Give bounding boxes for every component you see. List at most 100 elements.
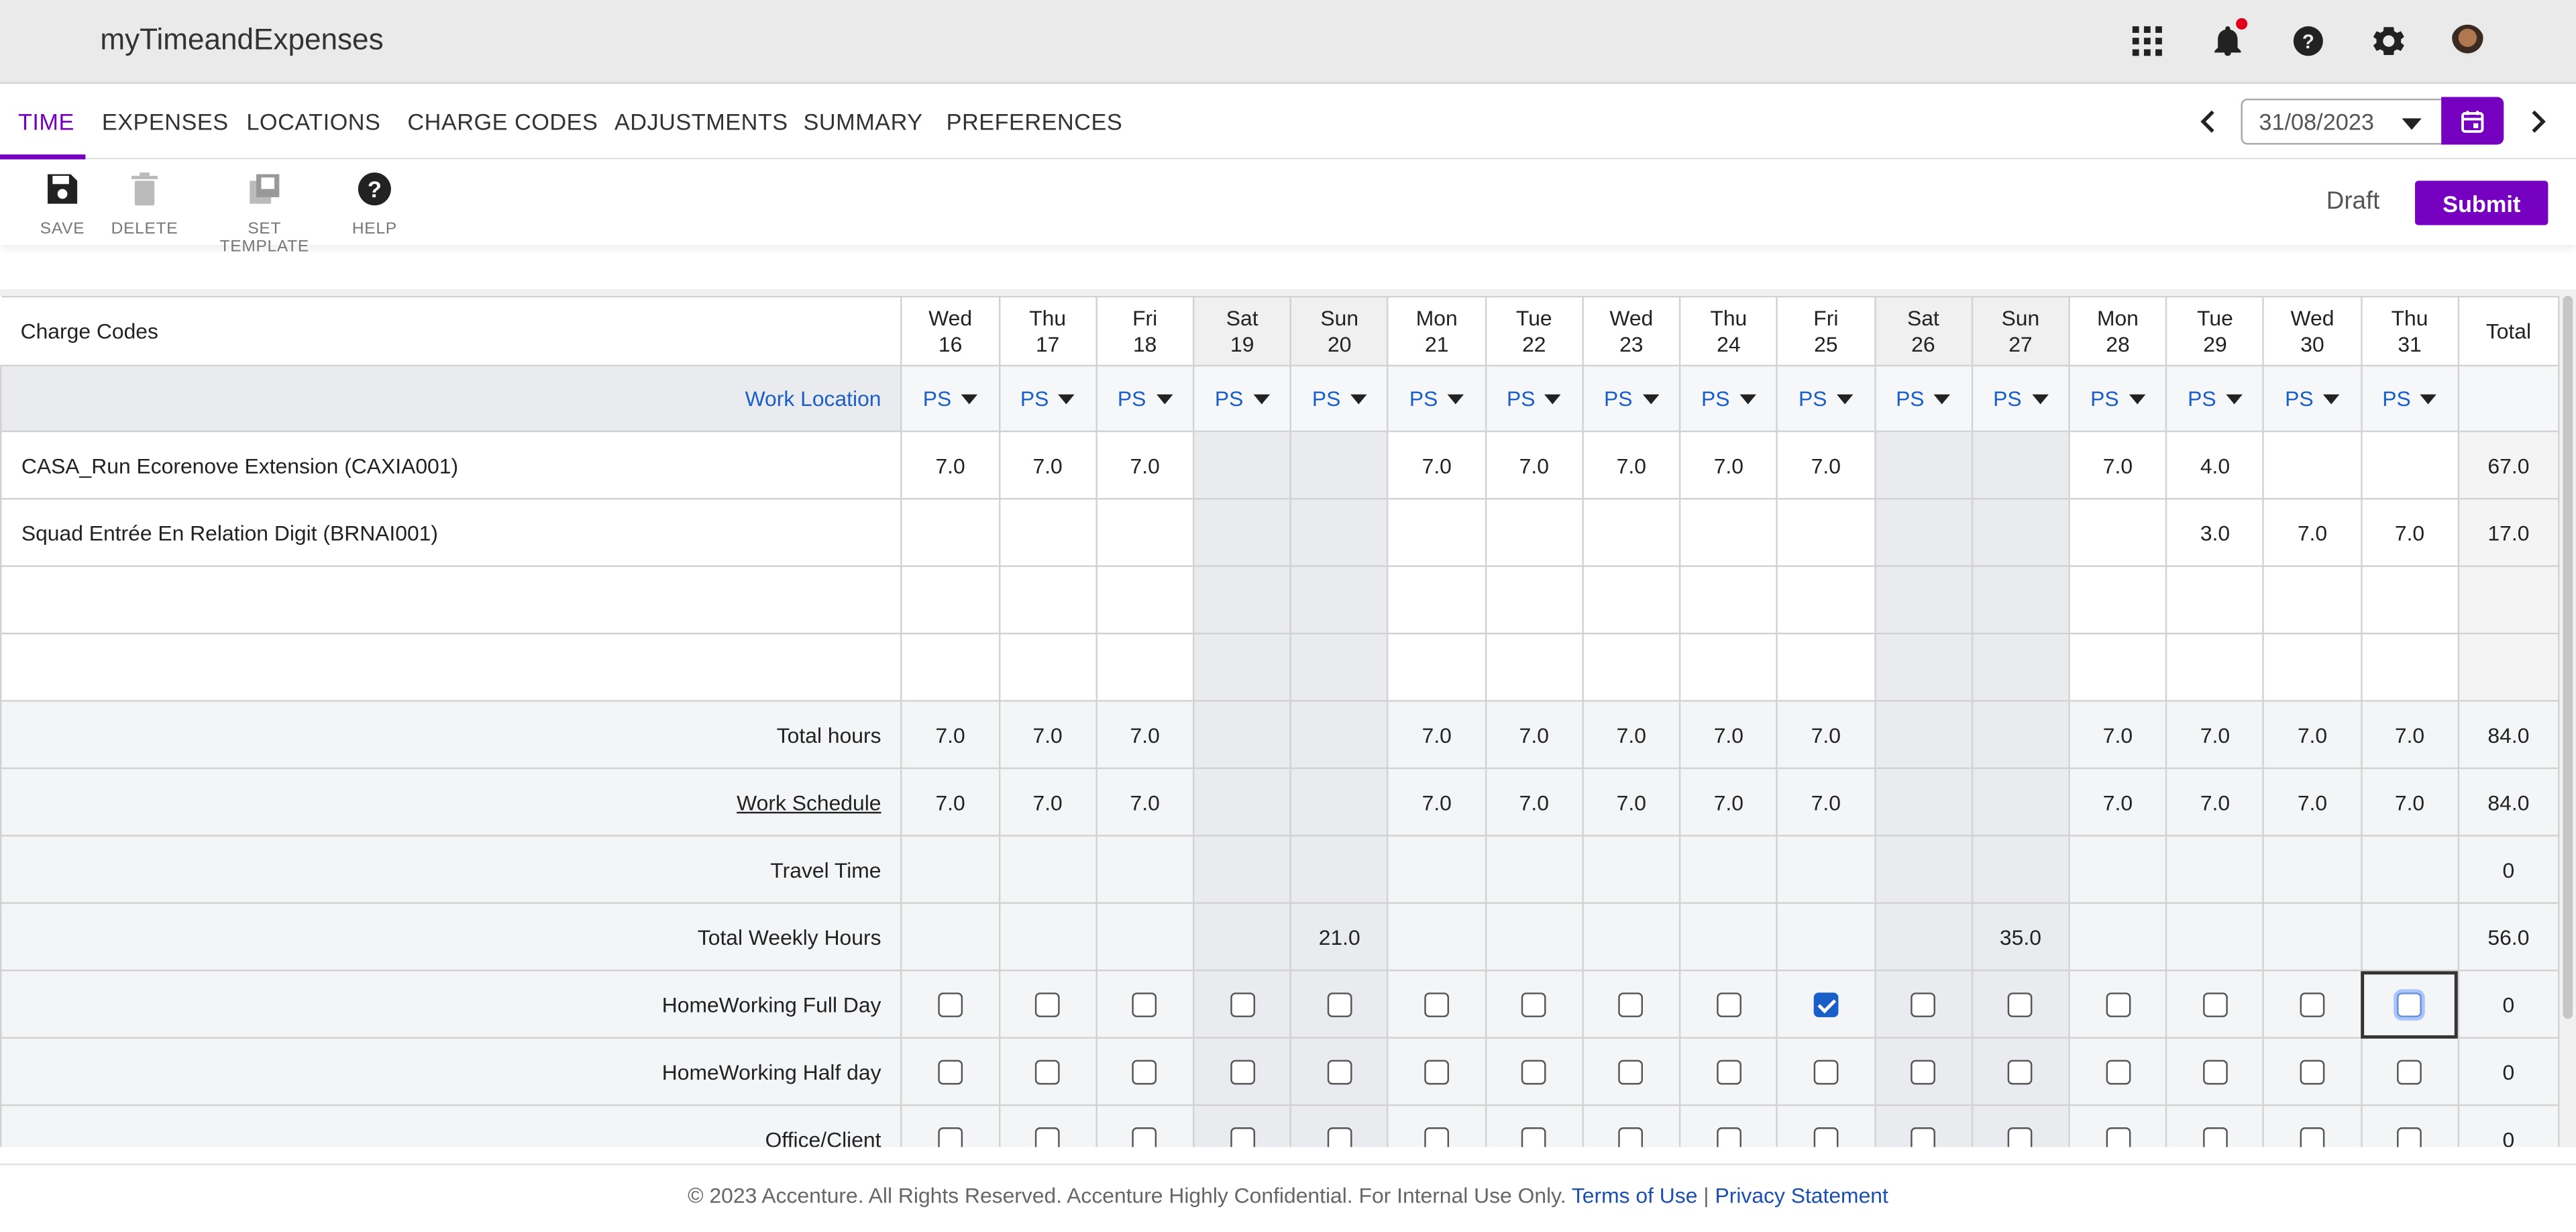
checkbox-cell[interactable] [2068,1037,2167,1107]
checkbox-cell[interactable] [2165,969,2265,1039]
work-location-select[interactable]: PS [2360,364,2459,433]
checkbox[interactable] [1619,1127,1644,1147]
hours-cell[interactable] [900,632,1000,702]
checkbox[interactable] [938,992,963,1018]
checkbox[interactable] [1424,1060,1450,1085]
tab-locations[interactable]: LOCATIONS [246,109,380,135]
checkbox-cell[interactable] [1192,1037,1292,1107]
hours-cell[interactable]: 3.0 [2165,498,2265,567]
help-button[interactable]: ? HELP [348,169,400,238]
checkbox[interactable] [1813,1127,1839,1147]
checkbox[interactable] [1716,1127,1741,1147]
work-location-select[interactable]: PS [998,364,1097,433]
checkbox-cell[interactable] [1971,1037,2070,1107]
hours-cell[interactable] [2068,565,2167,635]
checkbox[interactable] [2300,992,2325,1018]
checkbox-cell[interactable] [1679,969,1778,1039]
checkbox-cell[interactable] [1582,1104,1681,1147]
hours-cell[interactable] [1192,632,1292,702]
checkbox[interactable] [1424,1127,1450,1147]
hours-cell[interactable]: 7.0 [2263,498,2362,567]
checkbox-cell[interactable] [2360,1037,2459,1107]
checkbox[interactable] [1035,1127,1061,1147]
checkbox[interactable] [1035,1060,1061,1085]
checkbox-cell[interactable] [1874,1104,1973,1147]
travel-time-cell[interactable] [2068,835,2167,904]
checkbox[interactable] [1230,1127,1255,1147]
tab-preferences[interactable]: PREFERENCES [947,109,1123,135]
checkbox[interactable] [1132,1127,1158,1147]
checkbox-cell[interactable] [1874,969,1973,1039]
set-template-button[interactable]: SET TEMPLATE [204,169,325,256]
tab-summary[interactable]: SUMMARY [804,109,923,135]
work-location-select[interactable]: PS [1485,364,1584,433]
work-location-select[interactable]: PS [2068,364,2167,433]
checkbox-cell[interactable] [2068,1104,2167,1147]
hours-cell[interactable] [1192,498,1292,567]
checkbox-cell[interactable] [1289,969,1389,1039]
checkbox[interactable] [2397,992,2422,1018]
checkbox[interactable] [938,1060,963,1085]
travel-time-cell[interactable] [2360,835,2459,904]
calendar-button[interactable] [2441,97,2504,145]
hours-cell[interactable] [1485,498,1584,567]
hours-cell[interactable] [1095,498,1195,567]
hours-cell[interactable] [1874,498,1973,567]
checkbox[interactable] [1132,992,1158,1018]
hours-cell[interactable] [1582,565,1681,635]
hours-cell[interactable] [1679,565,1778,635]
travel-time-cell[interactable] [1485,835,1584,904]
hours-cell[interactable]: 7.0 [1387,430,1487,500]
work-location-select[interactable]: PS [1679,364,1778,433]
work-location-select[interactable]: PS [2263,364,2362,433]
hours-cell[interactable] [1971,498,2070,567]
checkbox[interactable] [1035,992,1061,1018]
hours-cell[interactable]: 7.0 [2360,498,2459,567]
grid-scrollbar[interactable] [2559,289,2576,1147]
checkbox-cell[interactable] [1289,1037,1389,1107]
hours-cell[interactable] [1971,430,2070,500]
checkbox-cell[interactable] [1485,1037,1584,1107]
hours-cell[interactable] [1485,565,1584,635]
checkbox-checked[interactable] [1813,992,1839,1018]
checkbox[interactable] [2300,1127,2325,1147]
checkbox[interactable] [1132,1060,1158,1085]
hours-cell[interactable] [900,498,1000,567]
work-schedule-label[interactable]: Work Schedule [0,767,903,837]
checkbox[interactable] [2105,1127,2131,1147]
hours-cell[interactable]: 7.0 [1582,430,1681,500]
hours-cell[interactable]: 7.0 [1679,430,1778,500]
hours-cell[interactable] [2165,632,2265,702]
checkbox[interactable] [1230,1060,1255,1085]
user-avatar[interactable] [2451,24,2484,58]
checkbox-cell[interactable] [1776,1037,1876,1107]
hours-cell[interactable]: 7.0 [1485,430,1584,500]
checkbox-cell[interactable] [2263,969,2362,1039]
travel-time-cell[interactable] [1776,835,1876,904]
checkbox-cell[interactable] [1582,969,1681,1039]
hours-cell[interactable] [2165,565,2265,635]
checkbox-cell[interactable] [998,1037,1097,1107]
checkbox-cell[interactable] [1095,1037,1195,1107]
hours-cell[interactable] [1874,430,1973,500]
hours-cell[interactable] [998,498,1097,567]
checkbox-cell[interactable] [1679,1104,1778,1147]
work-location-select[interactable]: PS [900,364,1000,433]
hours-cell[interactable] [1971,632,2070,702]
checkbox[interactable] [1619,1060,1644,1085]
charge-code-name[interactable] [0,565,903,635]
hours-cell[interactable] [1289,498,1389,567]
checkbox-cell[interactable] [1776,1104,1876,1147]
help-circle-icon[interactable]: ? [2290,23,2326,59]
travel-time-cell[interactable] [998,835,1097,904]
notifications-bell-icon[interactable] [2210,17,2248,59]
checkbox-cell[interactable] [1387,969,1487,1039]
charge-code-name[interactable] [0,632,903,702]
hours-cell[interactable] [900,565,1000,635]
checkbox[interactable] [2300,1060,2325,1085]
checkbox[interactable] [2202,1127,2228,1147]
checkbox-cell[interactable] [1485,1104,1584,1147]
previous-period-chevron-icon[interactable] [2195,109,2221,135]
checkbox[interactable] [1424,992,1450,1018]
hours-cell[interactable] [1387,565,1487,635]
